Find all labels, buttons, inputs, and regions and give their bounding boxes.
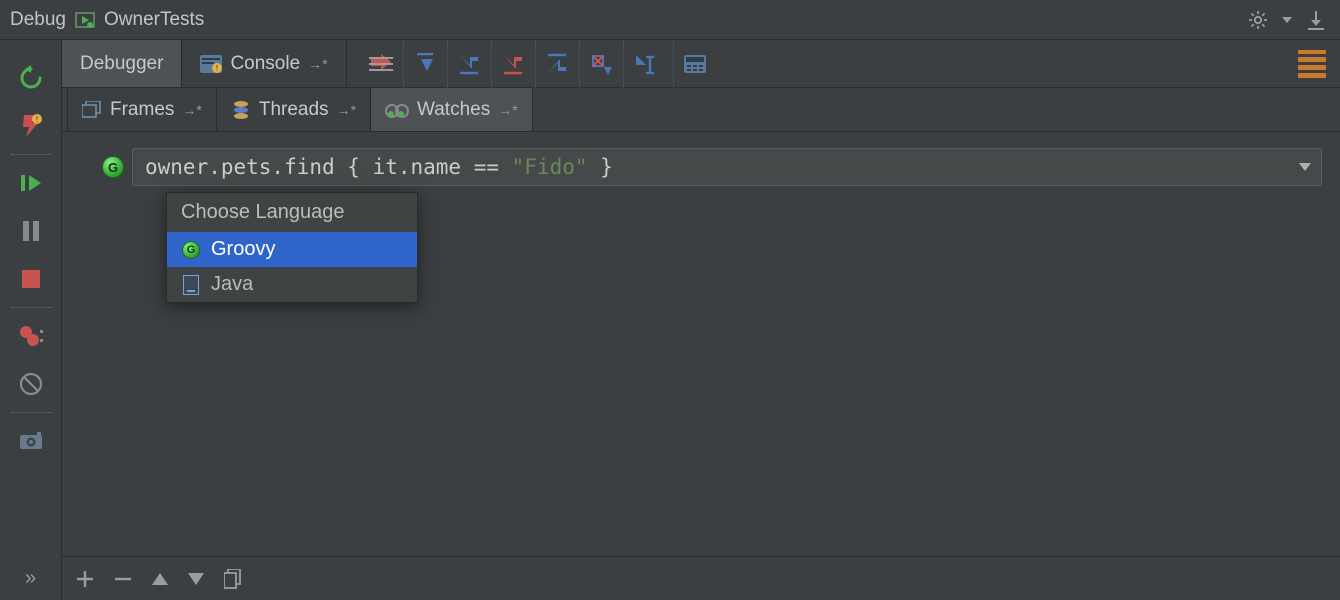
drop-frame-button[interactable] (579, 40, 623, 88)
settings-gear-icon[interactable] (1248, 10, 1268, 30)
watch-expression-input[interactable]: owner.pets.find { it.name == "Fido" } (132, 148, 1322, 186)
pin-icon[interactable]: →* (498, 102, 517, 118)
run-config-icon (74, 9, 96, 31)
expand-toolbar-button[interactable]: » (25, 567, 36, 590)
show-execution-point-button[interactable] (359, 40, 403, 88)
tab-threads-label: Threads (259, 99, 329, 121)
move-up-button[interactable] (152, 573, 168, 585)
popup-title: Choose Language (167, 193, 417, 232)
copy-button[interactable] (224, 569, 242, 589)
svg-text:!: ! (35, 115, 37, 124)
watch-code-tail: } (588, 155, 613, 179)
history-chevron-down-icon[interactable] (1297, 159, 1313, 175)
stop-button[interactable] (0, 255, 61, 303)
break-on-exception-button[interactable]: ! (0, 102, 61, 150)
choose-language-popup: Choose Language G Groovy Java (166, 192, 418, 303)
pin-icon[interactable]: →* (337, 102, 356, 118)
step-out-button[interactable] (535, 40, 579, 88)
groovy-language-icon[interactable]: G (102, 156, 124, 178)
tab-console[interactable]: ! Console →* (182, 40, 346, 87)
frames-icon (82, 101, 102, 119)
remove-watch-button[interactable] (114, 570, 132, 588)
debug-title-label: Debug (10, 9, 66, 31)
move-down-button[interactable] (188, 573, 204, 585)
run-config-name: OwnerTests (104, 9, 204, 31)
rerun-button[interactable] (0, 54, 61, 102)
watch-code-ident: owner.pets.find { it.name == (145, 155, 512, 179)
tab-frames-label: Frames (110, 99, 174, 121)
step-into-button[interactable] (447, 40, 491, 88)
view-breakpoints-button[interactable] (0, 312, 61, 360)
pause-button[interactable] (0, 207, 61, 255)
mute-breakpoints-button[interactable] (0, 360, 61, 408)
tab-frames[interactable]: Frames →* (67, 88, 217, 131)
debug-views-tabbar: Frames →* Threads →* Watches →* (62, 88, 1340, 132)
popup-item-label: Groovy (211, 238, 275, 261)
force-step-into-button[interactable] (491, 40, 535, 88)
tab-debugger[interactable]: Debugger (62, 40, 182, 87)
popup-item-groovy[interactable]: G Groovy (167, 232, 417, 267)
java-file-icon (181, 275, 201, 295)
debug-left-toolbar: ! » (0, 40, 62, 600)
settings-chevron-icon[interactable] (1282, 15, 1292, 25)
tab-watches-label: Watches (417, 99, 490, 121)
pin-icon[interactable]: →* (308, 56, 327, 72)
add-watch-button[interactable] (76, 570, 94, 588)
tab-threads[interactable]: Threads →* (216, 88, 371, 131)
popup-item-label: Java (211, 273, 253, 296)
watches-bottom-toolbar (62, 556, 1340, 600)
popup-item-java[interactable]: Java (167, 267, 417, 302)
tab-watches[interactable]: Watches →* (370, 88, 533, 131)
run-to-cursor-button[interactable] (623, 40, 667, 88)
tab-debugger-label: Debugger (80, 53, 163, 75)
resume-button[interactable] (0, 159, 61, 207)
tab-console-label: Console (230, 53, 300, 75)
watches-icon (385, 101, 409, 119)
console-icon: ! (200, 55, 222, 73)
download-icon[interactable] (1306, 10, 1326, 30)
watch-code-string: "Fido" (512, 155, 588, 179)
layout-settings-button[interactable] (1298, 50, 1326, 78)
svg-text:!: ! (216, 64, 218, 73)
evaluate-expression-button[interactable] (673, 40, 717, 88)
watches-panel: G owner.pets.find { it.name == "Fido" } … (62, 132, 1340, 556)
step-toolbar (347, 40, 717, 87)
groovy-icon: G (181, 240, 201, 260)
debug-top-tabbar: Debugger ! Console →* (62, 40, 1340, 88)
pin-icon[interactable]: →* (182, 102, 201, 118)
get-thread-dump-button[interactable] (0, 417, 61, 465)
threads-icon (231, 100, 251, 120)
debug-titlebar: Debug OwnerTests (0, 0, 1340, 40)
step-over-button[interactable] (403, 40, 447, 88)
